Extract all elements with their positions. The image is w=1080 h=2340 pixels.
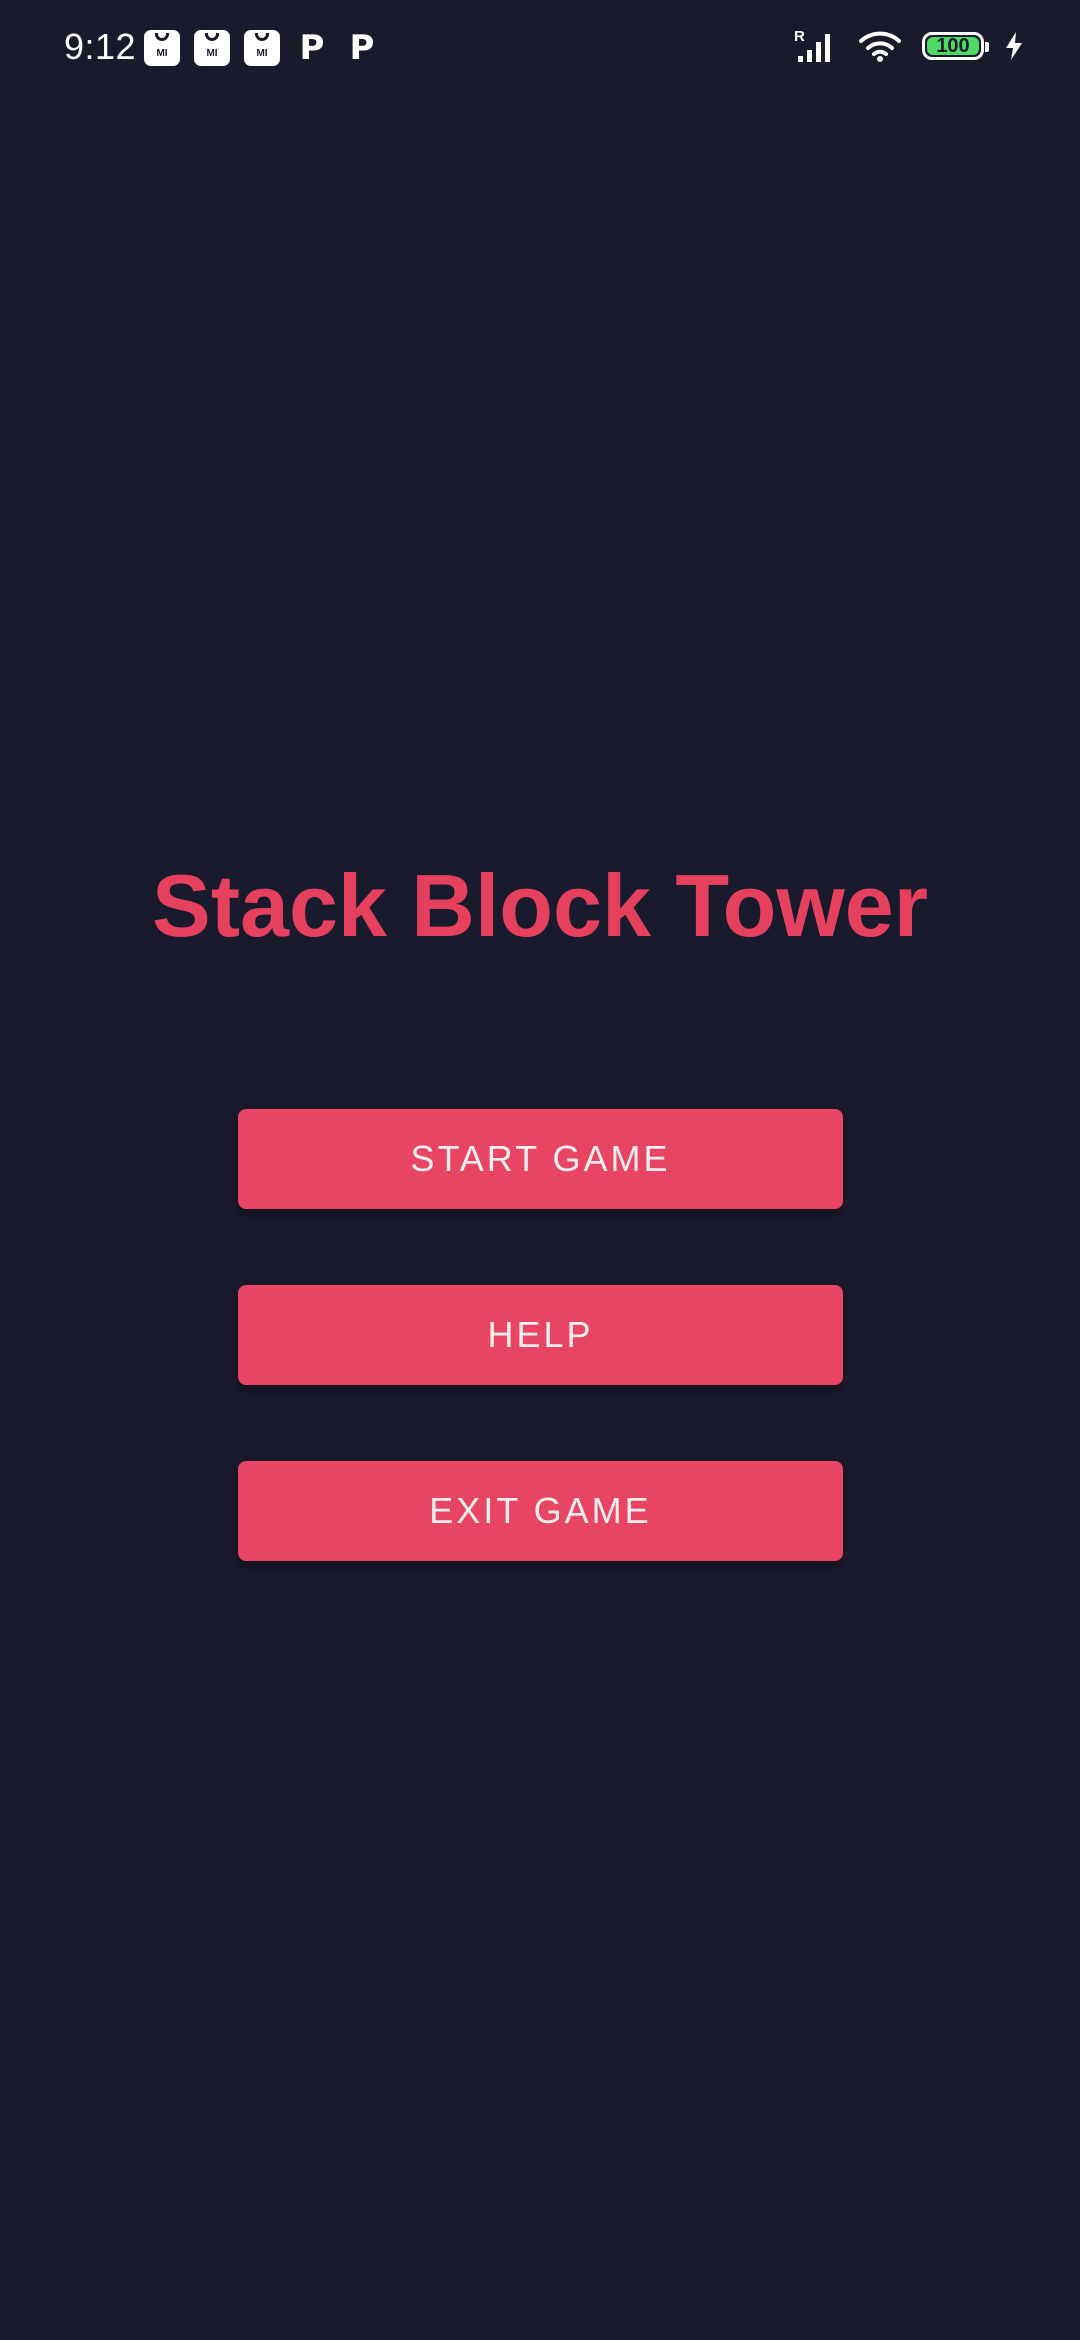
- exit-game-button[interactable]: EXIT GAME: [238, 1461, 843, 1561]
- help-button[interactable]: HELP: [238, 1285, 843, 1385]
- status-time: 9:12: [64, 26, 137, 67]
- signal-strength-icon: R: [794, 28, 830, 62]
- mi-store-icon-label: MI: [156, 48, 168, 59]
- roaming-indicator: R: [794, 28, 805, 45]
- wifi-icon: [859, 31, 901, 62]
- mi-store-icon: MI: [144, 30, 180, 66]
- p-app-icon: P: [299, 28, 325, 68]
- status-bar: 9:12 MI MI MI P P R 100: [0, 0, 1080, 100]
- p-app-icon: P: [349, 28, 375, 68]
- battery-icon: 100: [922, 32, 989, 60]
- notification-icons: MI MI MI P P: [144, 28, 380, 68]
- main-menu-screen: 9:12 MI MI MI P P R 100 Stack Block Towe…: [0, 0, 1080, 2340]
- mi-store-icon-label: MI: [256, 48, 268, 59]
- system-icons: R 100: [794, 28, 1024, 64]
- start-game-button[interactable]: START GAME: [238, 1109, 843, 1209]
- charging-bolt-icon: [1006, 32, 1022, 60]
- battery-percent: 100: [936, 35, 970, 57]
- mi-store-icon-label: MI: [206, 48, 218, 59]
- mi-store-icon: MI: [194, 30, 230, 66]
- game-title: Stack Block Tower: [152, 856, 928, 955]
- mi-store-icon: MI: [244, 30, 280, 66]
